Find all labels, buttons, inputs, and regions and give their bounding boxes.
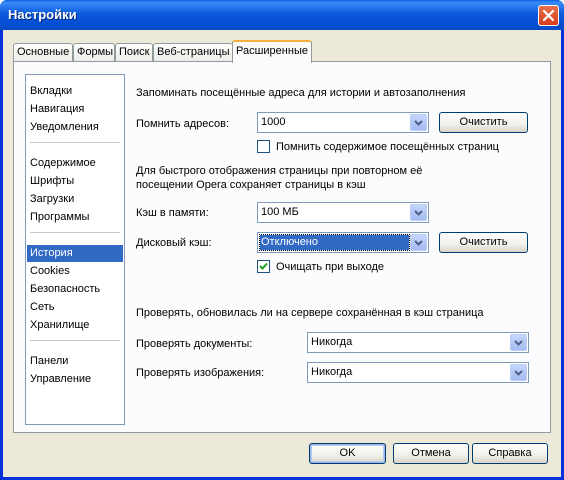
chevron-down-icon[interactable]	[410, 234, 427, 251]
sidebar-item-downloads[interactable]: Загрузки	[27, 191, 123, 208]
ok-button[interactable]: OK	[309, 443, 386, 464]
sidebar-item-management[interactable]: Управление	[27, 371, 123, 388]
check-images-value: Никогда	[311, 366, 353, 378]
window-title: Настройки	[8, 7, 77, 22]
sidebar-item-programs[interactable]: Программы	[27, 209, 123, 226]
tab-webpages[interactable]: Веб-страницы	[153, 43, 233, 62]
tab-search[interactable]: Поиск	[115, 43, 153, 62]
cancel-button[interactable]: Отмена	[393, 443, 469, 464]
chevron-down-icon[interactable]	[410, 114, 427, 131]
disk-cache-value: Отключено	[259, 234, 410, 251]
tab-advanced[interactable]: Расширенные	[232, 40, 312, 63]
sidebar-item-fonts[interactable]: Шрифты	[27, 173, 123, 190]
settings-window: Настройки Основные Формы Поиск Веб-стран…	[0, 0, 564, 480]
chevron-down-icon[interactable]	[510, 364, 527, 381]
sidebar-item-panels[interactable]: Панели	[27, 353, 123, 370]
close-button[interactable]	[538, 5, 559, 26]
chevron-down-icon[interactable]	[410, 204, 427, 221]
help-button[interactable]: Справка	[472, 443, 548, 464]
clear-history-button[interactable]: Очистить	[439, 112, 528, 133]
tab-basic[interactable]: Основные	[13, 43, 73, 62]
sidebar-item-network[interactable]: Сеть	[27, 299, 123, 316]
disk-cache-label: Дисковый кэш:	[136, 237, 212, 249]
sidebar-item-history[interactable]: История	[27, 245, 123, 262]
check-documents-label: Проверять документы:	[136, 338, 253, 350]
dialog-client-area: Основные Формы Поиск Веб-страницы Расшир…	[3, 30, 561, 477]
check-section-title: Проверять, обновилась ли на сервере сохр…	[136, 307, 484, 319]
remember-content-label[interactable]: Помнить содержимое посещённых страниц	[276, 141, 499, 153]
memory-cache-value: 100 МБ	[261, 206, 299, 218]
memory-cache-label: Кэш в памяти:	[136, 207, 209, 219]
check-images-label: Проверять изображения:	[136, 367, 265, 379]
remember-addresses-value: 1000	[261, 116, 286, 128]
sidebar-item-cookies[interactable]: Cookies	[27, 263, 123, 280]
history-section-title: Запоминать посещённые адреса для истории…	[136, 87, 466, 99]
title-bar[interactable]: Настройки	[0, 0, 564, 30]
sidebar-divider	[30, 340, 120, 341]
sidebar-item-storage[interactable]: Хранилище	[27, 317, 123, 334]
sidebar-item-navigation[interactable]: Навигация	[27, 101, 123, 118]
clear-on-exit-checkbox[interactable]	[257, 260, 270, 273]
clear-cache-button[interactable]: Очистить	[439, 232, 528, 253]
remember-addresses-combo[interactable]: 1000	[257, 112, 429, 133]
sidebar-divider	[30, 232, 120, 233]
category-list[interactable]: Вкладки Навигация Уведомления Содержимое…	[25, 74, 125, 425]
sidebar-item-notifications[interactable]: Уведомления	[27, 119, 123, 136]
remember-content-checkbox[interactable]	[257, 140, 270, 153]
sidebar-item-tabs[interactable]: Вкладки	[27, 83, 123, 100]
chevron-down-icon[interactable]	[510, 334, 527, 351]
cache-description-line1: Для быстрого отображения страницы при по…	[136, 165, 423, 177]
remember-addresses-label: Помнить адресов:	[136, 118, 230, 130]
check-images-combo[interactable]: Никогда	[307, 362, 529, 383]
sidebar-divider	[30, 142, 120, 143]
check-documents-combo[interactable]: Никогда	[307, 332, 529, 353]
tab-forms[interactable]: Формы	[73, 43, 115, 62]
tab-panel-advanced: Вкладки Навигация Уведомления Содержимое…	[13, 61, 551, 433]
check-documents-value: Никогда	[311, 336, 353, 348]
sidebar-item-security[interactable]: Безопасность	[27, 281, 123, 298]
memory-cache-combo[interactable]: 100 МБ	[257, 202, 429, 223]
clear-on-exit-label[interactable]: Очищать при выходе	[276, 261, 384, 273]
cache-description-line2: посещении Opera сохраняет страницы в кэш	[136, 179, 366, 191]
sidebar-item-content[interactable]: Содержимое	[27, 155, 123, 172]
disk-cache-combo[interactable]: Отключено	[257, 232, 429, 253]
